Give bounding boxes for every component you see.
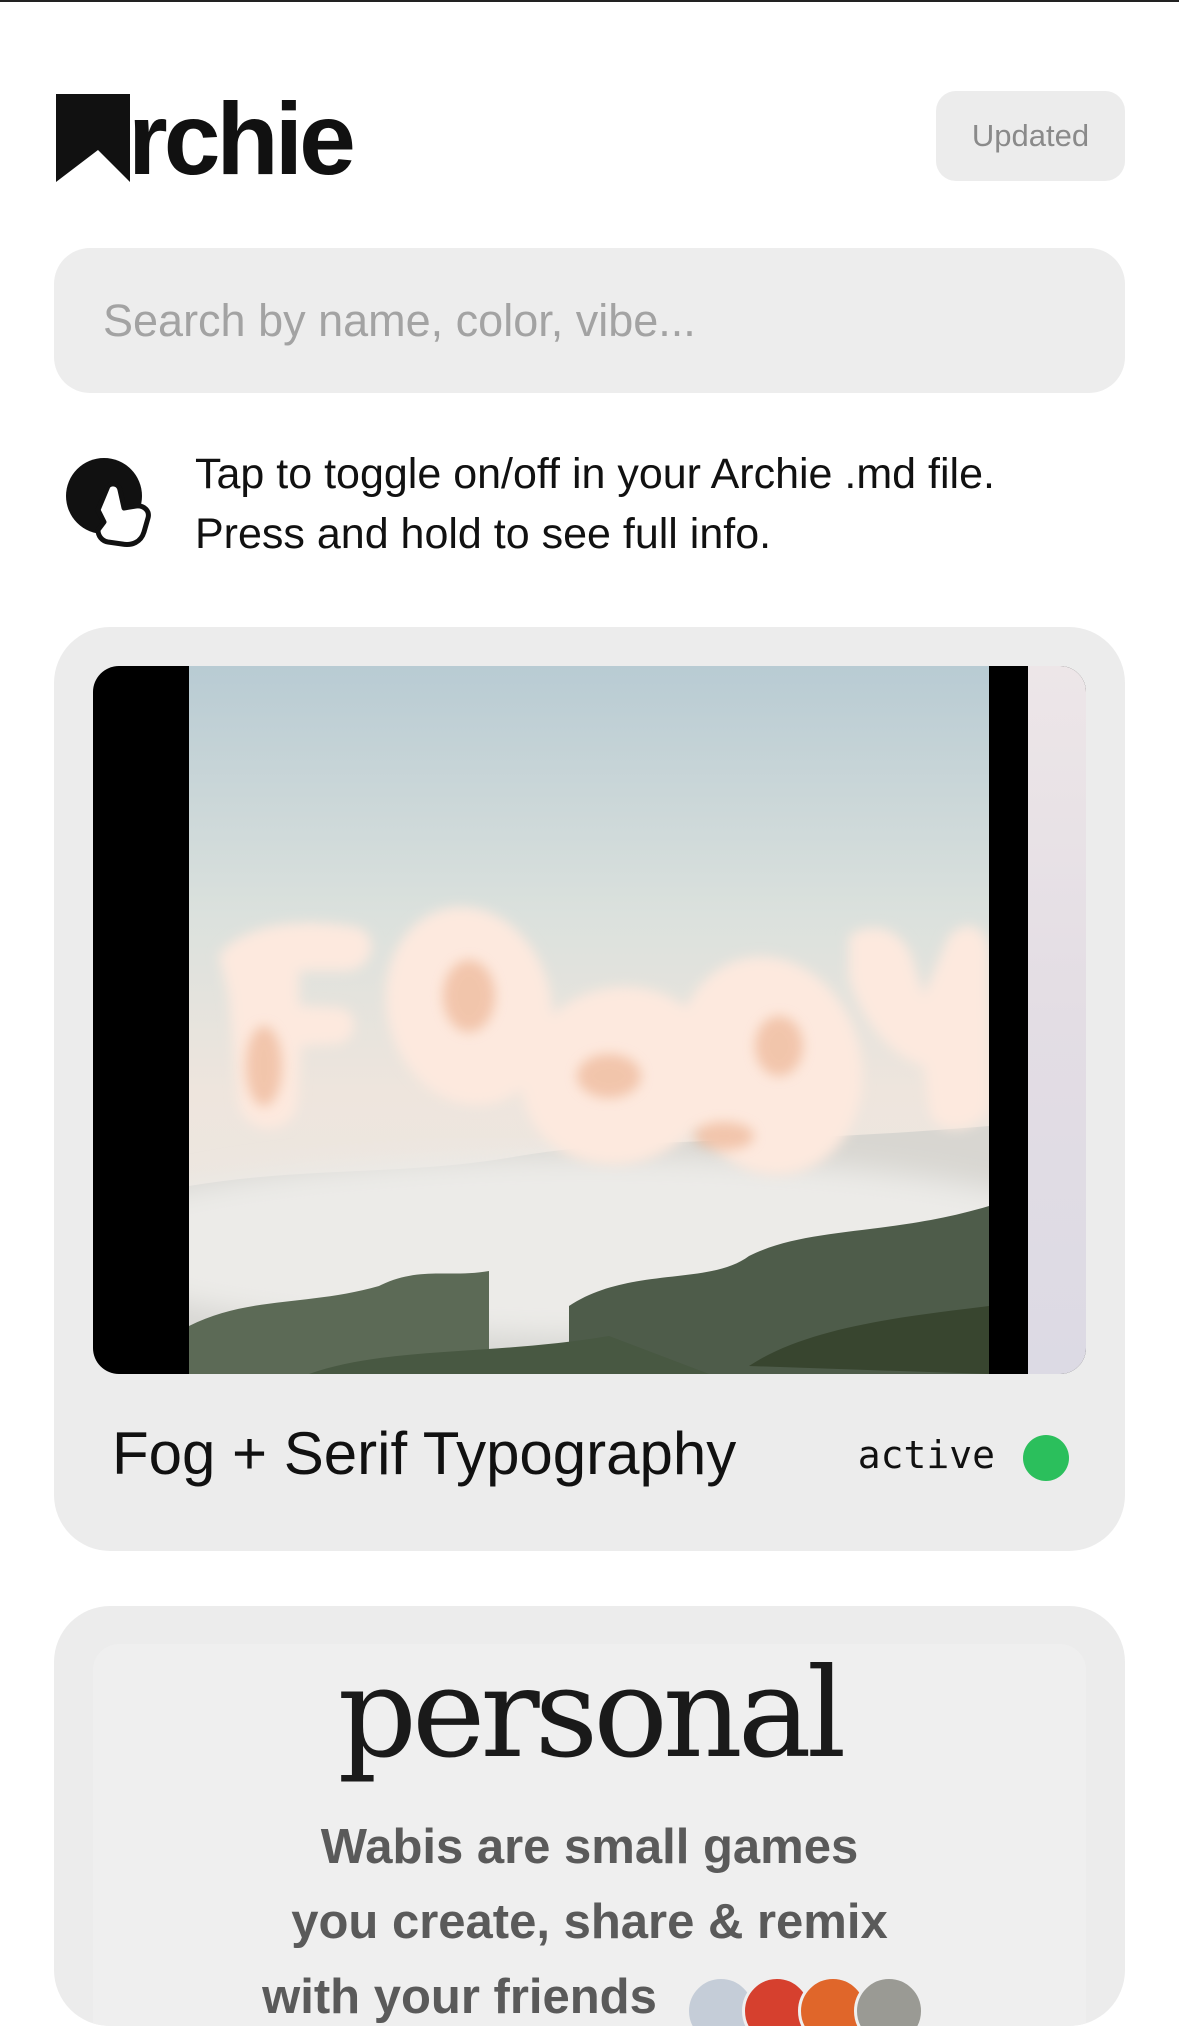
updated-button[interactable]: Updated — [936, 91, 1125, 181]
card-preview-personal: personal Wabis are small games you creat… — [93, 1644, 1086, 2026]
preview-line-1: Wabis are small games — [320, 1820, 859, 1874]
active-status-dot[interactable] — [1023, 1435, 1069, 1481]
logo-a-mark-icon — [56, 94, 130, 182]
top-border — [0, 0, 1179, 2]
hint-line-2: Press and hold to see full info. — [195, 510, 772, 558]
toggle-hint: Tap to toggle on/off in your Archie .md … — [64, 444, 1125, 564]
avatar — [854, 1976, 924, 2026]
search-bar[interactable] — [54, 248, 1125, 393]
header: rchie Updated — [54, 82, 1125, 196]
archie-logo: rchie — [54, 82, 356, 196]
card-preview-image — [93, 666, 1086, 1374]
preview-heading: personal — [337, 1644, 847, 1786]
hint-text: Tap to toggle on/off in your Archie .md … — [195, 444, 1125, 564]
next-image-peek — [1028, 666, 1086, 1374]
preview-line-3: with your friends — [262, 1970, 657, 2024]
style-card-fog[interactable]: Fog + Serif Typography active — [54, 627, 1125, 1551]
hint-line-1: Tap to toggle on/off in your Archie .md … — [195, 450, 995, 498]
tap-hand-icon — [66, 458, 151, 547]
preview-line-2: you create, share & remix — [291, 1895, 888, 1949]
search-input[interactable] — [103, 294, 1125, 347]
card-title: Fog + Serif Typography — [112, 1420, 737, 1487]
friend-avatars — [686, 1976, 926, 2026]
style-card-personal[interactable]: personal Wabis are small games you creat… — [54, 1606, 1125, 2026]
logo-text: rchie — [128, 82, 356, 196]
status-label: active — [857, 1433, 995, 1477]
foggy-landscape-image — [189, 666, 989, 1374]
